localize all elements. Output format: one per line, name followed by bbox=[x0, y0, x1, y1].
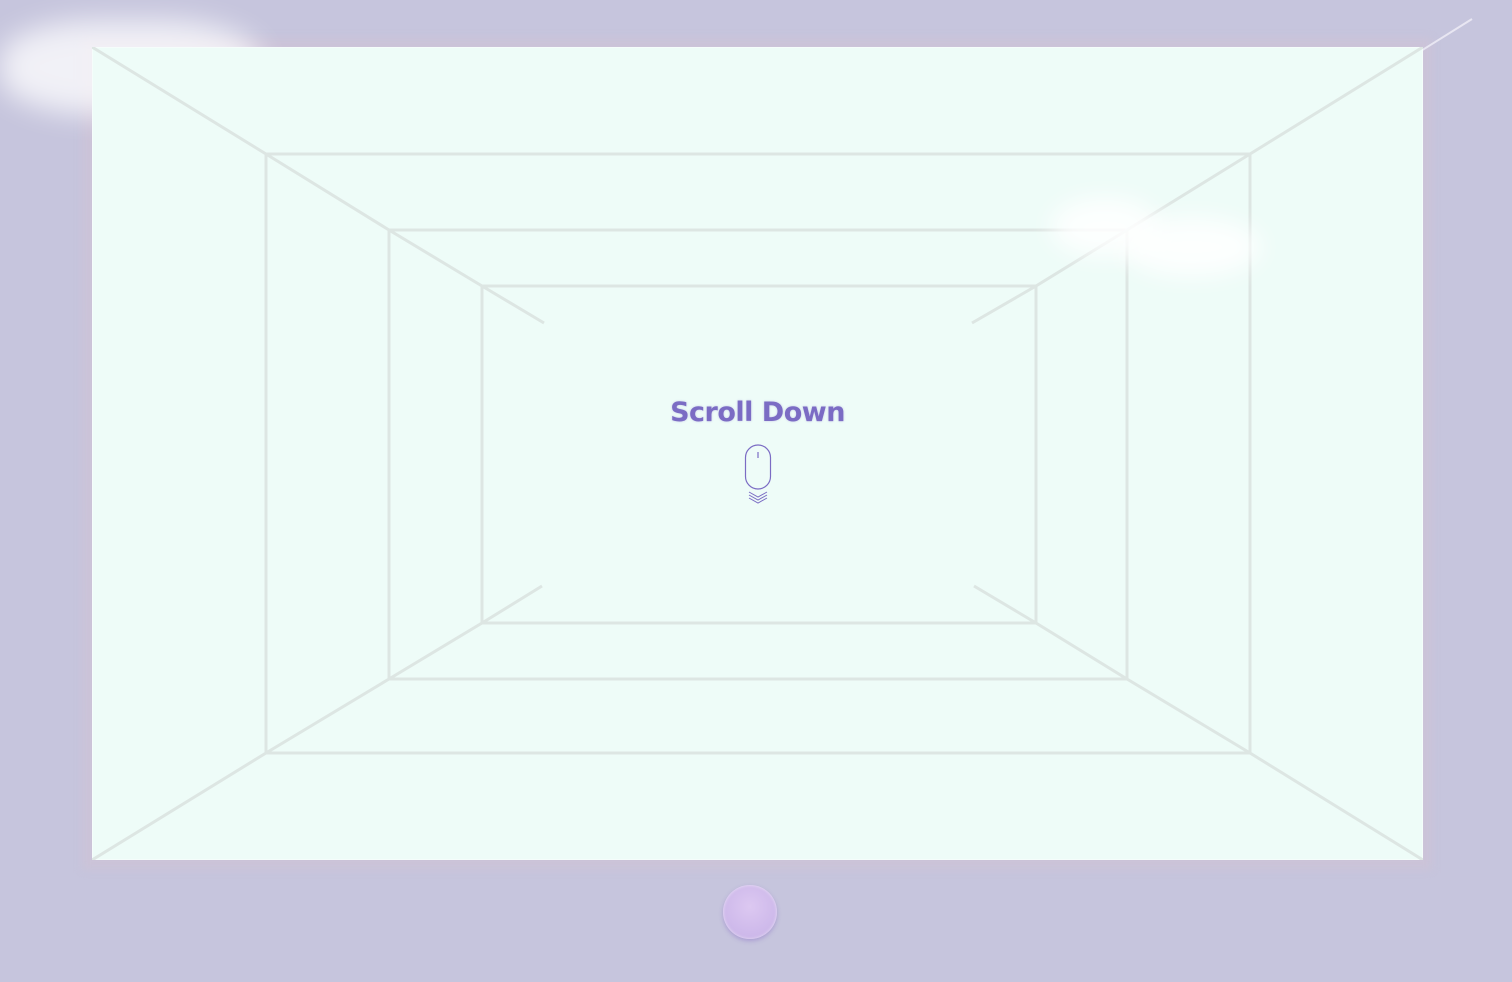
scroll-down-label: Scroll Down bbox=[670, 397, 845, 428]
scroll-prompt: Scroll Down bbox=[92, 397, 1423, 428]
cloud bbox=[1122, 217, 1262, 277]
screen[interactable]: Scroll Down bbox=[92, 47, 1423, 860]
mouse-scroll-icon bbox=[742, 444, 774, 511]
home-button[interactable] bbox=[723, 885, 777, 939]
edge-highlight bbox=[1420, 18, 1473, 52]
